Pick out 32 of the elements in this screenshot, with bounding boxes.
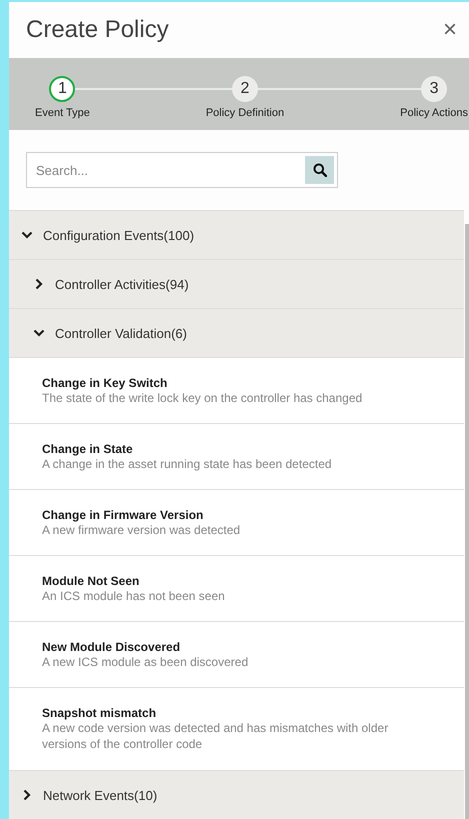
chevron-down-icon — [21, 229, 33, 241]
event-title: Snapshot mismatch — [42, 706, 158, 720]
chevron-down-icon — [33, 327, 45, 339]
chevron-right-icon — [21, 789, 33, 801]
event-description: A change in the asset running state has been detected — [42, 456, 333, 472]
tree-row[interactable]: Network Events(10) — [9, 771, 464, 819]
step-number[interactable]: 2 — [232, 76, 258, 102]
step-number[interactable]: 1 — [49, 76, 76, 102]
event-title: Change in Key Switch — [42, 376, 168, 390]
event-title: Change in State — [42, 442, 134, 456]
event-title: Change in Firmware Version — [42, 508, 204, 522]
event-description: A new firmware version was detected — [42, 522, 242, 538]
event-title: New Module Discovered — [42, 640, 182, 654]
event-description: The state of the write lock key on the controller has changed — [42, 390, 364, 406]
tree-row[interactable]: Controller Validation(6) — [9, 309, 464, 358]
dialog-title: Create Policy — [26, 16, 169, 44]
step-label: Policy Actions — [400, 107, 468, 119]
tree-row[interactable]: Controller Activities(94) — [9, 260, 464, 309]
event-description: A new ICS module as been discovered — [42, 654, 250, 670]
close-button[interactable]: × — [438, 16, 461, 44]
step-label: Event Type — [35, 107, 90, 119]
step-label: Policy Definition — [206, 107, 284, 119]
search-button[interactable] — [305, 156, 334, 184]
tree-row[interactable]: Configuration Events(100) — [9, 211, 464, 260]
search-field[interactable]: Search... — [26, 152, 338, 188]
event-description: A new code version was detected and has mismatches with older versions of the controller code — [42, 720, 390, 752]
search-icon — [312, 163, 326, 177]
event-description: An ICS module has not been seen — [42, 588, 226, 604]
event-title: Module Not Seen — [42, 574, 140, 588]
scrollbar[interactable] — [465, 224, 469, 819]
step-number[interactable]: 3 — [421, 76, 448, 102]
chevron-right-icon — [33, 278, 45, 290]
